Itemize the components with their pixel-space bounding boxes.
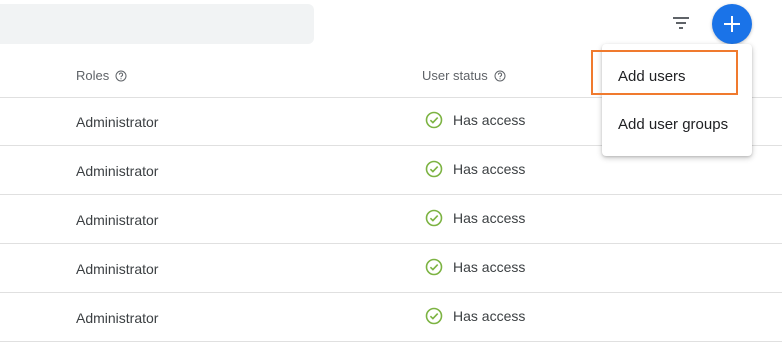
check-circle-icon [425, 307, 443, 325]
check-circle-icon [425, 111, 443, 129]
status-cell: Has access [425, 209, 525, 227]
table-row[interactable]: Administrator Has access [0, 293, 782, 342]
plus-icon [721, 13, 743, 35]
status-cell: Has access [425, 160, 525, 178]
add-button[interactable] [712, 4, 752, 44]
menu-item-add-user-groups[interactable]: Add user groups [602, 100, 752, 148]
column-header-user-status[interactable]: User status [422, 68, 506, 83]
role-cell: Administrator [76, 163, 159, 179]
role-cell: Administrator [76, 261, 159, 277]
status-cell: Has access [425, 258, 525, 276]
status-cell: Has access [425, 111, 525, 129]
role-cell: Administrator [76, 114, 159, 130]
help-icon[interactable] [115, 70, 127, 82]
check-circle-icon [425, 160, 443, 178]
menu-item-add-users[interactable]: Add users [602, 52, 752, 100]
role-cell: Administrator [76, 212, 159, 228]
status-cell: Has access [425, 307, 525, 325]
search-bar[interactable] [0, 4, 314, 44]
table-row[interactable]: Administrator Has access [0, 195, 782, 244]
status-label: Has access [453, 259, 526, 275]
filter-icon [671, 13, 691, 33]
column-header-roles[interactable]: Roles [76, 68, 127, 83]
column-header-label: Roles [76, 68, 110, 83]
help-icon[interactable] [494, 70, 506, 82]
role-cell: Administrator [76, 310, 159, 326]
check-circle-icon [425, 209, 443, 227]
column-header-label: User status [422, 68, 488, 83]
status-label: Has access [453, 112, 526, 128]
status-label: Has access [453, 210, 526, 226]
filter-button[interactable] [666, 8, 696, 38]
status-label: Has access [453, 308, 526, 324]
table-row[interactable]: Administrator Has access [0, 244, 782, 293]
users-page: Roles User status Administrator Has acce… [0, 0, 782, 354]
status-label: Has access [453, 161, 526, 177]
add-menu: Add users Add user groups [602, 44, 752, 156]
check-circle-icon [425, 258, 443, 276]
